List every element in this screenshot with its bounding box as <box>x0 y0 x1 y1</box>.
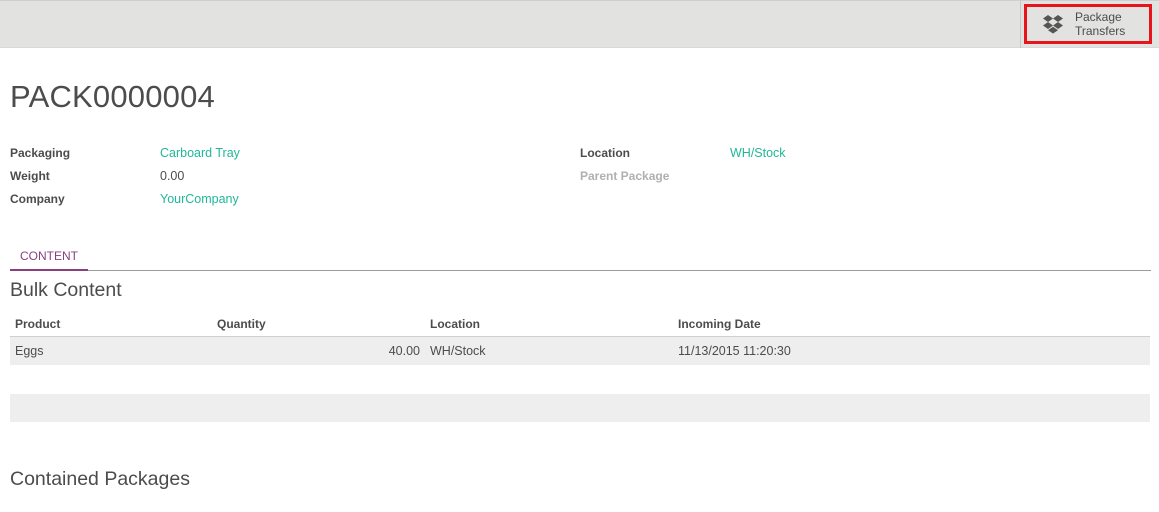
company-link[interactable]: YourCompany <box>160 192 239 206</box>
location-link[interactable]: WH/Stock <box>730 146 786 160</box>
column-header-product[interactable]: Product <box>15 317 60 331</box>
page-title: PACK0000004 <box>10 79 216 114</box>
package-transfers-button[interactable]: Package Transfers <box>1024 4 1152 44</box>
contained-packages-title: Contained Packages <box>10 468 190 490</box>
tab-content[interactable]: CONTENT <box>10 244 88 271</box>
cell-incoming-date: 11/13/2015 11:20:30 <box>678 344 791 358</box>
bulk-content-table: Product Quantity Location Incoming Date … <box>10 311 1150 365</box>
control-panel: Package Transfers <box>0 0 1159 48</box>
package-transfers-label-line2: Transfers <box>1075 24 1126 38</box>
packaging-label: Packaging <box>10 146 71 160</box>
weight-label: Weight <box>10 169 50 183</box>
location-label: Location <box>580 146 630 160</box>
packaging-link[interactable]: Carboard Tray <box>160 146 240 160</box>
cell-location: WH/Stock <box>430 344 486 358</box>
column-header-incoming-date[interactable]: Incoming Date <box>678 317 761 331</box>
cell-quantity: 40.00 <box>388 344 420 358</box>
package-transfers-label-line1: Package <box>1075 10 1122 24</box>
bulk-content-title: Bulk Content <box>10 279 122 301</box>
table-row[interactable]: Eggs 40.00 WH/Stock 11/13/2015 11:20:30 <box>10 337 1150 365</box>
weight-value: 0.00 <box>160 169 185 183</box>
package-transfers-label: Package Transfers <box>1075 10 1125 38</box>
table-header: Product Quantity Location Incoming Date <box>10 311 1150 337</box>
parent-package-label: Parent Package <box>580 169 670 183</box>
button-box-divider <box>1020 1 1021 48</box>
cell-product: Eggs <box>15 344 44 358</box>
column-header-quantity[interactable]: Quantity <box>217 317 266 331</box>
table-footer-row <box>10 394 1150 422</box>
notebook-tabs: CONTENT <box>10 244 1151 271</box>
dropbox-icon <box>1041 13 1065 35</box>
company-label: Company <box>10 192 65 206</box>
column-header-location[interactable]: Location <box>430 317 480 331</box>
